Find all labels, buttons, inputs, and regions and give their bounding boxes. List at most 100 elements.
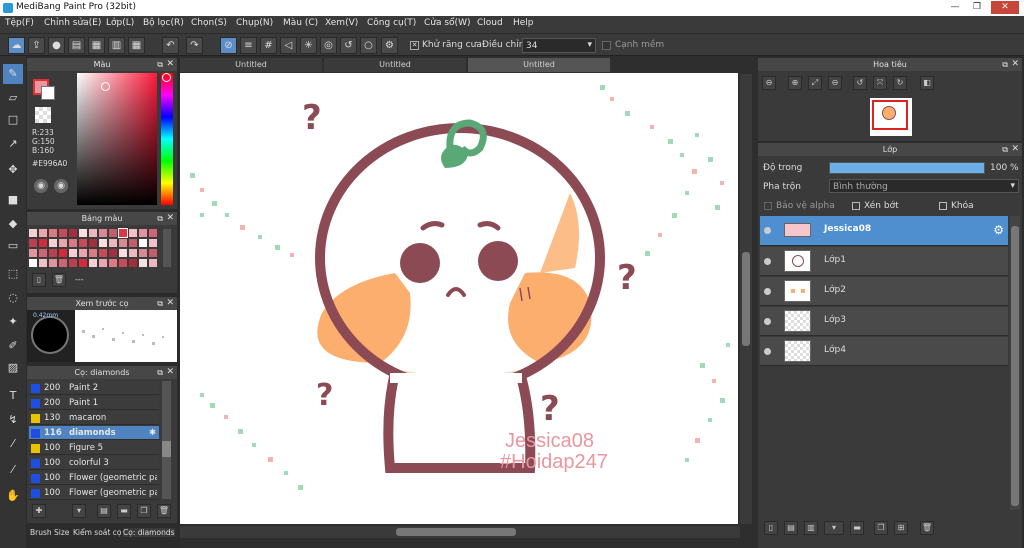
trash-icon[interactable]: 🗑: [920, 521, 934, 535]
text-tool-icon[interactable]: T: [3, 386, 23, 406]
rotate-right-icon[interactable]: ↻: [893, 76, 907, 90]
brush-item-selected[interactable]: 116 diamonds ✱: [29, 426, 159, 440]
brush-menu-icon[interactable]: ▾: [72, 504, 86, 518]
snap-settings-icon[interactable]: ⚙: [381, 37, 398, 54]
hue-cursor[interactable]: [162, 73, 171, 82]
rotate-left-icon[interactable]: ↺: [853, 76, 867, 90]
layer-row[interactable]: Lớp2: [760, 277, 1008, 306]
color-settings-icon[interactable]: ◉: [54, 179, 68, 193]
palette-swatch[interactable]: [139, 259, 147, 267]
canvas-vscroll[interactable]: [740, 74, 752, 524]
palette-swatch[interactable]: [149, 249, 157, 257]
palette-swatch[interactable]: [29, 259, 37, 267]
crosshatch-snap-icon[interactable]: #: [260, 37, 277, 54]
palette-swatch[interactable]: [109, 239, 117, 247]
concentric-snap-icon[interactable]: ◎: [320, 37, 337, 54]
palette-swatch[interactable]: [129, 229, 137, 237]
line-tool-icon[interactable]: ↗: [3, 134, 23, 154]
merge-layer-icon[interactable]: ⊞: [894, 521, 908, 535]
drawing-canvas[interactable]: ? ? ? ? Jessica08 #Hoidap247: [180, 73, 738, 524]
opacity-slider[interactable]: [829, 162, 985, 174]
reset-view-icon[interactable]: ⤧: [873, 76, 887, 90]
zoom-in-icon[interactable]: ⊕: [788, 76, 802, 90]
tiles-icon[interactable]: ▦: [128, 37, 145, 54]
eye-icon[interactable]: [764, 288, 771, 295]
hand-tool-icon[interactable]: ✋: [3, 486, 23, 506]
menu-file[interactable]: Tệp(F): [5, 18, 34, 28]
palette-swatch[interactable]: [139, 249, 147, 257]
scrollbar-thumb[interactable]: [162, 441, 171, 457]
close-icon[interactable]: ✕: [166, 297, 174, 310]
menu-help[interactable]: Help: [513, 18, 534, 28]
copy-icon[interactable]: ❐: [137, 504, 151, 518]
tab-document-active[interactable]: Untitled: [468, 58, 610, 72]
palette-swatch[interactable]: [59, 239, 67, 247]
palette-swatch[interactable]: [49, 229, 57, 237]
fill-rect-tool-icon[interactable]: ■: [3, 190, 23, 210]
comment-icon[interactable]: ●: [48, 37, 65, 54]
layer-scrollbar[interactable]: [1010, 216, 1020, 510]
palette-swatch[interactable]: [129, 249, 137, 257]
menu-edit[interactable]: Chỉnh sửa(E): [44, 18, 101, 28]
gear-icon[interactable]: ✱: [149, 426, 156, 440]
layer-row-selected[interactable]: Jessica08 ⚙: [760, 216, 1008, 246]
eyedropper-icon[interactable]: ⁄: [3, 434, 23, 454]
zoom-icon[interactable]: ⊖: [828, 76, 842, 90]
brush-item[interactable]: 100 colorful 3: [29, 456, 159, 470]
brush-item[interactable]: 100 Flower (geometric pat: [29, 486, 159, 500]
curve-snap-icon[interactable]: ↺: [340, 37, 357, 54]
palette-swatch[interactable]: [79, 229, 87, 237]
palette-swatch[interactable]: [118, 228, 128, 238]
vanishing-snap-icon[interactable]: ◁: [280, 37, 297, 54]
palette-swatch[interactable]: [69, 249, 77, 257]
brush-item[interactable]: 130 macaron: [29, 411, 159, 425]
popout-icon[interactable]: ⧉: [157, 297, 163, 310]
new-layer-1bit-icon[interactable]: ▥: [804, 521, 818, 535]
popout-icon[interactable]: ⧉: [157, 58, 163, 71]
palette-swatch[interactable]: [119, 259, 127, 267]
new-layer-8bit-icon[interactable]: ▤: [784, 521, 798, 535]
palette-swatch[interactable]: [129, 239, 137, 247]
palette-swatch[interactable]: [79, 239, 87, 247]
layer-scroll-thumb[interactable]: [1011, 226, 1019, 506]
trash-icon[interactable]: 🗑: [157, 504, 171, 518]
tab-brush-diamonds[interactable]: Cọ: diamonds: [123, 528, 175, 537]
palette-swatch[interactable]: [79, 259, 87, 267]
folder-icon[interactable]: ▬: [117, 504, 131, 518]
palette-swatch[interactable]: [39, 259, 47, 267]
radial-snap-icon[interactable]: ✳: [300, 37, 317, 54]
brush-tool-icon[interactable]: ✎: [3, 64, 23, 84]
palette-swatch[interactable]: [149, 259, 157, 267]
palette-swatch[interactable]: [109, 229, 117, 237]
popout-icon[interactable]: ⧉: [157, 212, 163, 225]
close-icon[interactable]: ✕: [1011, 143, 1019, 156]
palette-swatch[interactable]: [29, 229, 37, 237]
eye-icon[interactable]: [764, 258, 771, 265]
dropper-icon[interactable]: ⁄: [3, 460, 23, 480]
palette-swatch[interactable]: [89, 249, 97, 257]
lock-checkbox[interactable]: [939, 202, 947, 210]
palette-swatch[interactable]: [149, 239, 157, 247]
layer-row[interactable]: Lớp4: [760, 337, 1008, 366]
color-wheel-icon[interactable]: ◉: [34, 179, 48, 193]
select-eraser-icon[interactable]: ▨: [3, 358, 23, 378]
menu-filter[interactable]: Bộ lọc(R): [143, 18, 184, 28]
close-icon[interactable]: ✕: [166, 58, 174, 71]
new-palette-icon[interactable]: ▯: [32, 273, 46, 287]
operation-tool-icon[interactable]: ↯: [3, 410, 23, 430]
palette-swatch[interactable]: [139, 239, 147, 247]
menu-color[interactable]: Màu (C): [283, 18, 318, 28]
select-pen-icon[interactable]: ✐: [3, 336, 23, 356]
palette-swatch[interactable]: [129, 259, 137, 267]
palette-swatch[interactable]: [99, 229, 107, 237]
layer-row[interactable]: Lớp3: [760, 307, 1008, 336]
palette-swatch[interactable]: [69, 259, 77, 267]
palette-swatch[interactable]: [149, 229, 157, 237]
saturation-value-picker[interactable]: [77, 73, 157, 205]
magic-wand-icon[interactable]: ✦: [3, 312, 23, 332]
eye-icon[interactable]: [764, 348, 771, 355]
brush-item[interactable]: 100 Figure 5: [29, 441, 159, 455]
copy-layer-icon[interactable]: ❐: [874, 521, 888, 535]
menu-select[interactable]: Chọn(S): [191, 18, 227, 28]
add-brush-icon[interactable]: ✚: [32, 504, 46, 518]
